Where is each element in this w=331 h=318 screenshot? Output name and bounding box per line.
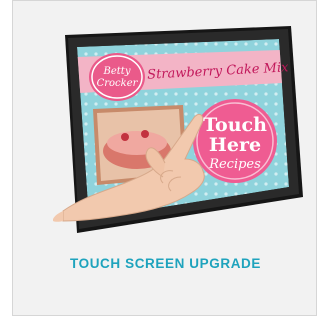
svg-text:Betty: Betty — [103, 66, 131, 77]
product-card[interactable]: Betty Crocker Strawberry Cake Mix Touch … — [12, 0, 317, 316]
brand-logo: Betty Crocker — [89, 53, 145, 101]
product-caption[interactable]: TOUCH SCREEN UPGRADE — [13, 256, 318, 271]
svg-text:Here: Here — [209, 134, 261, 156]
svg-text:Crocker: Crocker — [97, 78, 139, 89]
tablet-illustration: Betty Crocker Strawberry Cake Mix Touch … — [53, 26, 303, 233]
svg-text:Recipes: Recipes — [208, 157, 261, 172]
touch-here-button[interactable]: Touch Here Recipes — [193, 99, 277, 183]
svg-text:Touch: Touch — [203, 114, 267, 136]
